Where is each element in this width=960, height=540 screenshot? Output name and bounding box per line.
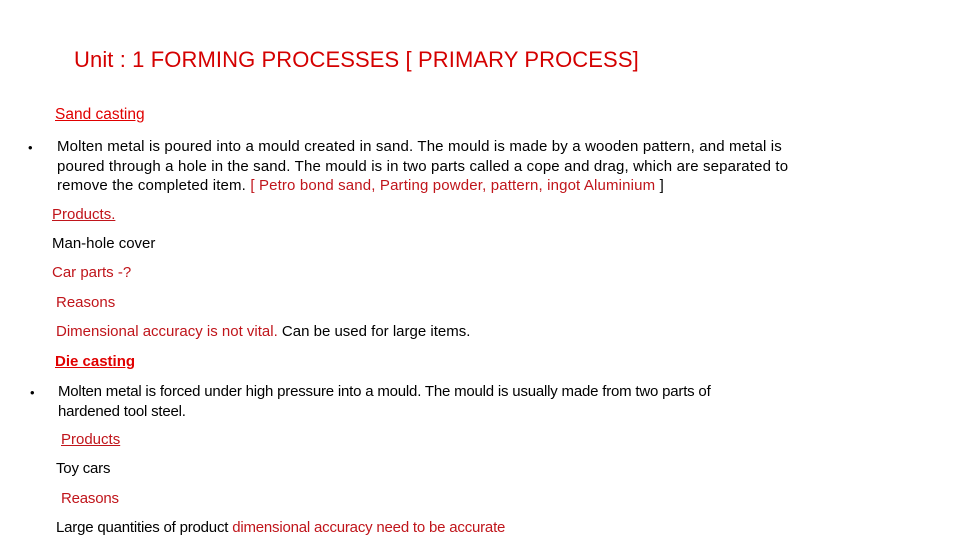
sand-products-heading: Products.	[52, 206, 116, 223]
die-reasons-heading: Reasons	[61, 490, 119, 507]
sand-product-question: Car parts -?	[52, 264, 132, 281]
description-text: remove the completed item.	[57, 177, 251, 194]
slide-title: Unit : 1 FORMING PROCESSES [ PRIMARY PRO…	[74, 47, 639, 72]
sand-casting-heading: Sand casting	[55, 106, 145, 123]
sand-reason-black: Can be used for large items.	[277, 323, 471, 340]
die-reason-black: Large quantities of product	[56, 519, 233, 536]
die-products-heading: Products	[61, 431, 121, 448]
materials-close-bracket: ]	[659, 177, 664, 194]
bullet-icon: •	[28, 140, 33, 155]
description-line: remove the completed item. [ Petro bond …	[57, 176, 788, 196]
sand-casting-description: Molten metal is poured into a mould crea…	[57, 137, 788, 196]
description-line: Molten metal is poured into a mould crea…	[57, 138, 782, 155]
die-reason-red: dimensional accuracy need to be accurate	[232, 519, 506, 536]
sand-reasons-text: Dimensional accuracy is not vital. Can b…	[56, 323, 470, 340]
die-reasons-text: Large quantities of product dimensional …	[56, 519, 505, 536]
description-line: poured through a hole in the sand. The m…	[57, 157, 789, 175]
die-product-item: Toy cars	[56, 460, 111, 477]
sand-reasons-heading: Reasons	[56, 294, 116, 311]
bullet-icon: •	[30, 385, 35, 400]
materials-list: [ Petro bond sand, Parting powder, patte…	[250, 177, 660, 194]
die-casting-description: Molten metal is forced under high pressu…	[58, 382, 711, 421]
description-line: Molten metal is forced under high pressu…	[58, 383, 711, 400]
die-casting-heading: Die casting	[55, 353, 136, 370]
description-line: hardened tool steel.	[58, 402, 186, 420]
sand-product-item: Man-hole cover	[52, 235, 156, 252]
sand-reason-red: Dimensional accuracy is not vital.	[56, 323, 278, 340]
